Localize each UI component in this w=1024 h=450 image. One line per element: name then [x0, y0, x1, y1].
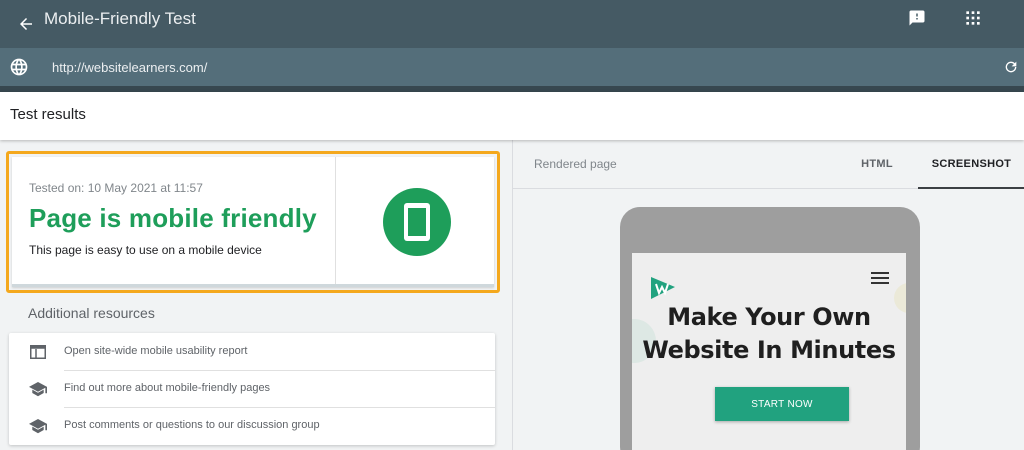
globe-icon: [10, 58, 28, 76]
back-button[interactable]: [8, 6, 44, 42]
result-card-highlight: Tested on: 10 May 2021 at 11:57 Page is …: [6, 151, 500, 293]
additional-resources-list: Open site-wide mobile usability report F…: [9, 333, 495, 445]
arrow-back-icon: [20, 18, 32, 30]
hero-line-2: Website In Minutes: [642, 336, 896, 364]
feedback-icon: [909, 10, 925, 26]
smartphone-icon: [404, 203, 430, 241]
rendered-page-label: Rendered page: [534, 157, 617, 171]
school-icon: [29, 417, 47, 435]
results-panel: Tested on: 10 May 2021 at 11:57 Page is …: [0, 140, 512, 450]
tab-screenshot[interactable]: SCREENSHOT: [918, 140, 1024, 189]
app-bar: Mobile-Friendly Test: [0, 0, 1024, 48]
url-input[interactable]: [46, 52, 946, 82]
refresh-icon: [1005, 61, 1017, 73]
start-now-button[interactable]: START NOW: [715, 387, 849, 421]
report-icon: [29, 343, 47, 361]
resource-label: Find out more about mobile-friendly page…: [64, 382, 271, 394]
rendered-tabs-bar: Rendered page HTML SCREENSHOT: [513, 140, 1024, 189]
apps-button[interactable]: [959, 4, 987, 32]
results-title: Test results: [10, 106, 86, 123]
mobile-friendly-badge: [383, 188, 451, 256]
phone-frame: Make Your Own Website In Minutes START N…: [620, 207, 920, 450]
additional-resources-title: Additional resources: [28, 305, 155, 321]
school-icon: [29, 380, 47, 398]
resource-label: Post comments or questions to our discus…: [64, 419, 320, 431]
hero-title: Make Your Own Website In Minutes: [632, 301, 906, 367]
app-title: Mobile-Friendly Test: [44, 9, 196, 28]
resource-label: Open site-wide mobile usability report: [64, 345, 248, 357]
tested-on-timestamp: Tested on: 10 May 2021 at 11:57: [29, 181, 203, 195]
hamburger-menu-icon[interactable]: [871, 272, 891, 286]
rendered-page-panel: Rendered page HTML SCREENSHOT Make Your …: [512, 140, 1024, 450]
hero-line-1: Make Your Own: [667, 303, 871, 331]
feedback-button[interactable]: [903, 4, 931, 32]
url-bar: [0, 48, 1024, 86]
verdict-heading: Page is mobile friendly: [29, 203, 317, 233]
rerun-test-button[interactable]: [1000, 56, 1022, 78]
results-header: Test results: [0, 92, 1024, 140]
apps-grid-icon: [966, 11, 980, 25]
resource-discussion-group[interactable]: Post comments or questions to our discus…: [9, 407, 495, 444]
resource-usability-report[interactable]: Open site-wide mobile usability report: [9, 333, 495, 370]
site-logo-icon: [651, 277, 675, 299]
rendered-screenshot: Make Your Own Website In Minutes START N…: [632, 253, 906, 450]
result-card: Tested on: 10 May 2021 at 11:57 Page is …: [12, 157, 494, 287]
tab-html[interactable]: HTML: [845, 140, 909, 189]
verdict-description: This page is easy to use on a mobile dev…: [29, 243, 262, 257]
card-divider: [335, 157, 336, 284]
resource-mobile-friendly-info[interactable]: Find out more about mobile-friendly page…: [9, 370, 495, 407]
